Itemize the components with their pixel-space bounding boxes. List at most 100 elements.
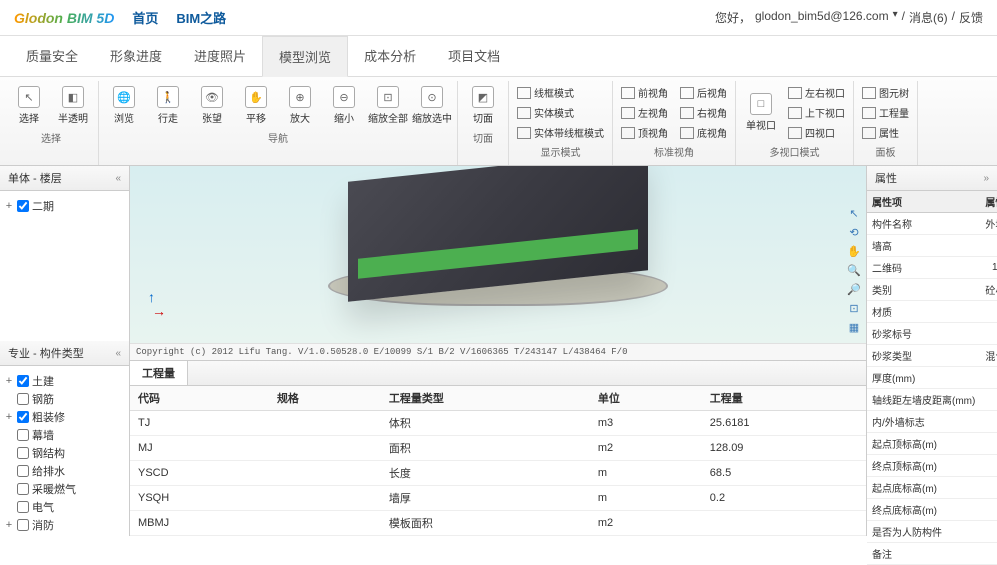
user-dropdown-icon[interactable]: ▾ [893,9,898,26]
tool-行走[interactable]: 🚶行走 [147,83,189,128]
tab-0[interactable]: 质量安全 [10,36,94,76]
prop-row[interactable]: 是否为人防构件否 [867,521,997,543]
tree-item[interactable]: 采暖燃气 [4,480,125,498]
tool-四视口[interactable]: 四视口 [784,123,839,142]
prop-row[interactable]: 备注 [867,543,997,565]
tree-item[interactable]: 钢筋 [4,390,125,408]
user-link[interactable]: glodon_bim5d@126.com [755,9,889,26]
tool-缩小[interactable]: ⊖缩小 [323,83,365,128]
tree-checkbox[interactable] [17,393,29,405]
table-row[interactable]: TJ体积m325.6181 [130,411,866,436]
tool-浏览[interactable]: 🌐浏览 [103,83,145,128]
tool-工程量[interactable]: 工程量 [858,103,913,122]
3d-viewport[interactable]: ↖ ⟲ ✋ 🔍 🔎 ⊡ ▦ [130,166,866,343]
tree-item[interactable]: +土建 [4,372,125,390]
tree-item[interactable]: +通风空调 [4,534,125,536]
prop-row[interactable]: 构件名称外墙大孔 [867,213,997,235]
tree-checkbox[interactable] [17,519,29,531]
tool-左右视口[interactable]: 左右视口 [784,83,849,102]
prop-row[interactable]: 厚度(mm)200 [867,367,997,389]
prop-row[interactable]: 终点顶标高(m)3.65 [867,455,997,477]
prop-row[interactable]: 内/外墙标志外墙 [867,411,997,433]
table-row[interactable]: YSCD长度m68.5 [130,461,866,486]
tool-缩放选中[interactable]: ⊙缩放选中 [411,83,453,128]
table-row[interactable]: MJ面积m2128.09 [130,436,866,461]
tool-半透明[interactable]: ◧半透明 [52,83,94,128]
tree-item[interactable]: 电气 [4,498,125,516]
table-row[interactable]: MBMJ模板面积m2 [130,511,866,536]
tool-icon: 🚶 [157,86,179,108]
tool-上下视口[interactable]: 上下视口 [784,103,849,122]
fit-icon[interactable]: ⊡ [846,301,862,317]
prop-row[interactable]: 类别砼小型空 [867,279,997,301]
tool-底视角[interactable]: 底视角 [676,123,731,142]
tool-线框模式[interactable]: 线框模式 [513,83,578,102]
tree-checkbox[interactable] [17,375,29,387]
tab-5[interactable]: 项目文档 [432,36,516,76]
tree-checkbox[interactable] [17,483,29,495]
tool-右视角[interactable]: 右视角 [676,103,731,122]
tool-图元树[interactable]: 图元树 [858,83,913,102]
prop-row[interactable]: 砂浆类型混合砂浆 [867,345,997,367]
nav-home[interactable]: 首页 [132,8,158,27]
arrow-tool-icon[interactable]: ↖ [846,206,862,222]
prop-row[interactable]: 二维码109807 [867,257,997,279]
tool-左视角[interactable]: 左视角 [617,103,672,122]
tool-平移[interactable]: ✋平移 [235,83,277,128]
tab-4[interactable]: 成本分析 [348,36,432,76]
tool-实体带线框模式[interactable]: 实体带线框模式 [513,123,608,142]
tool-顶视角[interactable]: 顶视角 [617,123,672,142]
tool-放大[interactable]: ⊕放大 [279,83,321,128]
collapse-icon[interactable]: « [115,348,121,359]
tree-item[interactable]: +二期 [4,197,125,215]
greeting-text: 您好， [715,9,751,26]
prop-row[interactable]: 起点底标高(m)-0.1 [867,477,997,499]
nav-bim-road[interactable]: BIM之路 [176,8,226,27]
tree-checkbox[interactable] [17,411,29,423]
tree-item[interactable]: +粗装修 [4,408,125,426]
prop-row[interactable]: 轴线距左墙皮距离(mm)100 [867,389,997,411]
left-column: 单体 - 楼层 « +二期 专业 - 构件类型 « +土建钢筋+粗装修幕墙钢结构… [0,166,130,536]
pan-tool-icon[interactable]: ✋ [846,244,862,260]
messages-link[interactable]: 消息(6) [909,9,948,26]
zoom-out-icon[interactable]: 🔎 [846,282,862,298]
tool-切面[interactable]: ◩切面 [462,83,504,128]
tool-单视口[interactable]: □单视口 [740,83,782,142]
collapse-icon[interactable]: « [115,173,121,184]
tree-checkbox[interactable] [17,465,29,477]
rotate-tool-icon[interactable]: ⟲ [846,225,862,241]
tool-缩放全部[interactable]: ⊡缩放全部 [367,83,409,128]
tool-选择[interactable]: ↖选择 [8,83,50,128]
zoom-in-icon[interactable]: 🔍 [846,263,862,279]
tree-checkbox[interactable] [17,447,29,459]
tool-属性[interactable]: 属性 [858,123,903,142]
table-row[interactable]: YSQH墙厚m0.2 [130,486,866,511]
copyright-text: Copyright (c) 2012 Lifu Tang. V/1.0.5052… [130,343,866,360]
tab-2[interactable]: 进度照片 [178,36,262,76]
feedback-link[interactable]: 反馈 [959,9,983,26]
prop-row[interactable]: 终点底标高(m)-0.1 [867,499,997,521]
tree-item[interactable]: 钢结构 [4,444,125,462]
tree-checkbox[interactable] [17,501,29,513]
tree-item[interactable]: 给排水 [4,462,125,480]
collapse-icon[interactable]: » [983,173,989,184]
quantity-tab[interactable]: 工程量 [130,361,188,385]
slice-icon[interactable]: ▦ [846,320,862,336]
tool-前视角[interactable]: 前视角 [617,83,672,102]
tool-后视角[interactable]: 后视角 [676,83,731,102]
tab-3[interactable]: 模型浏览 [262,36,348,77]
prop-row[interactable]: 材质砌块 [867,301,997,323]
tool-实体模式[interactable]: 实体模式 [513,103,578,122]
tree-checkbox[interactable] [17,200,29,212]
prop-row[interactable]: 起点顶标高(m)3.65 [867,433,997,455]
properties-panel: 属性 » 属性项属性值构件名称外墙大孔墙高3.75二维码109807类别砼小型空… [867,166,997,536]
prop-row[interactable]: 墙高3.75 [867,235,997,257]
tree-checkbox[interactable] [17,429,29,441]
tab-1[interactable]: 形象进度 [94,36,178,76]
tool-icon: ◩ [472,86,494,108]
mini-icon [862,107,876,119]
prop-row[interactable]: 砂浆标号M5 [867,323,997,345]
tree-item[interactable]: +消防 [4,516,125,534]
tree-item[interactable]: 幕墙 [4,426,125,444]
tool-张望[interactable]: 👁张望 [191,83,233,128]
